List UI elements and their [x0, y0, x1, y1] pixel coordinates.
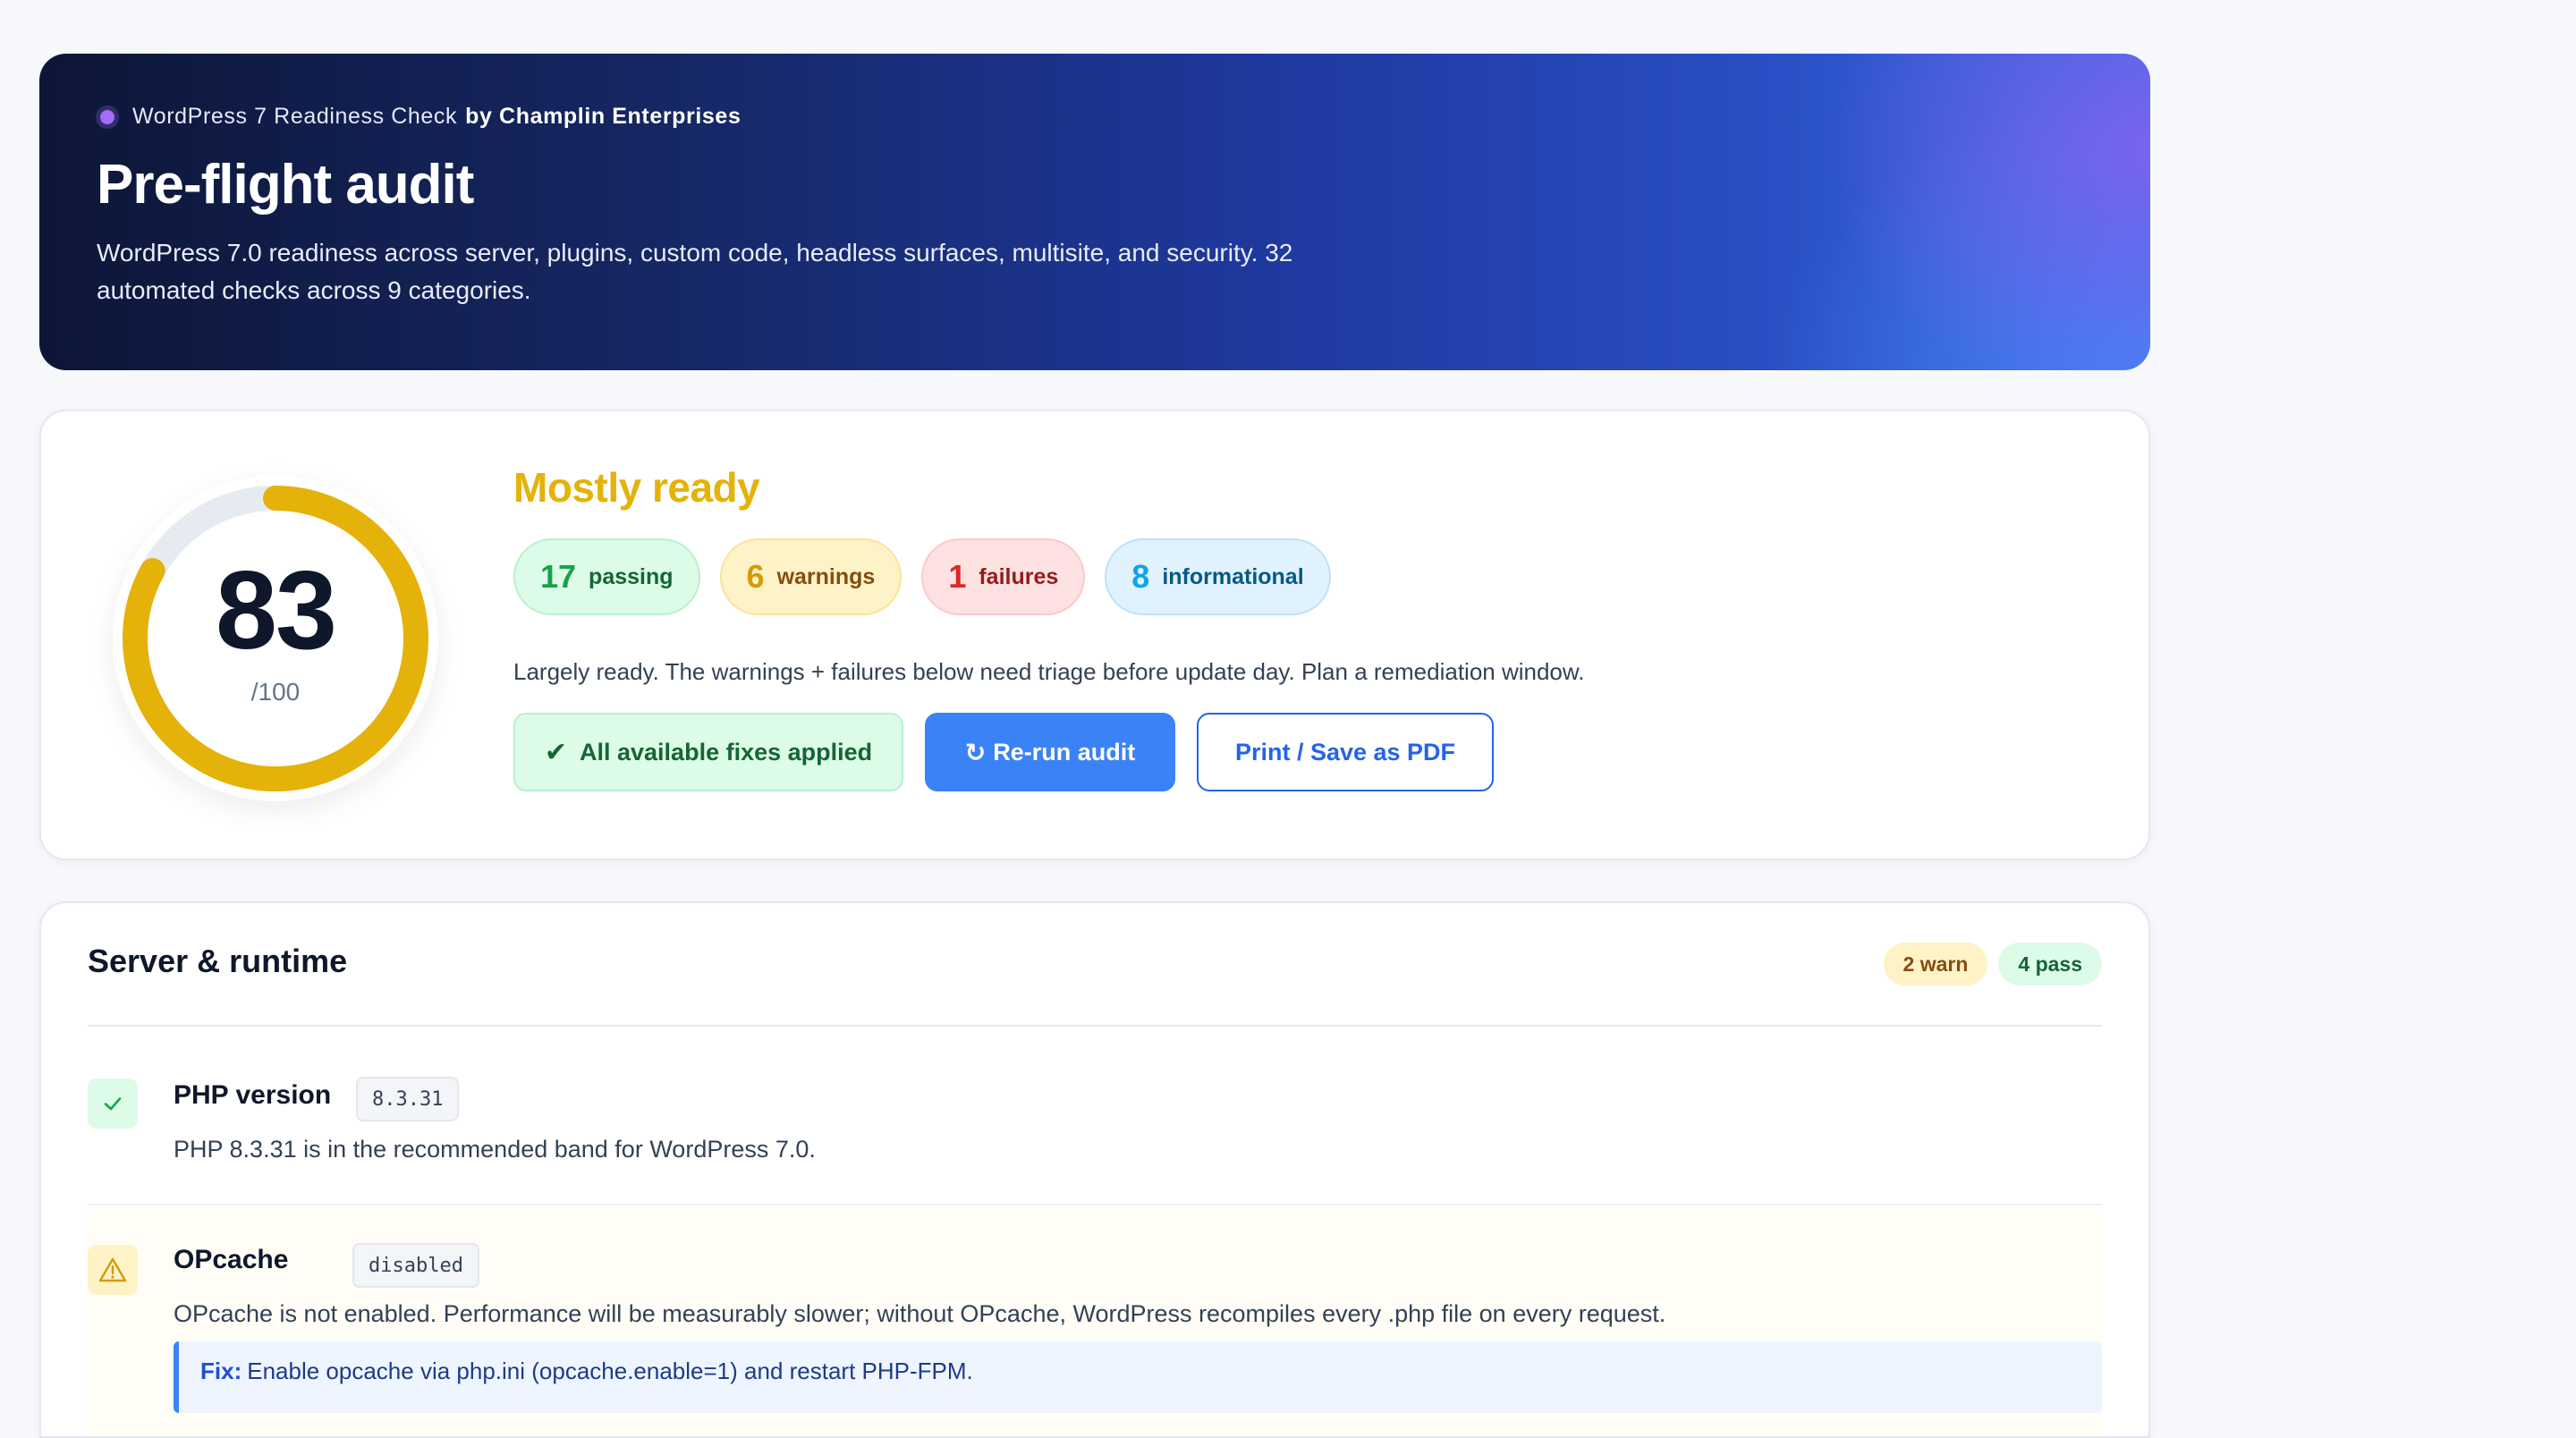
warning-icon	[88, 1245, 138, 1295]
rerun-audit-label: Re-run audit	[993, 738, 1136, 766]
page-content: WordPress 7 Readiness Check by Champlin …	[39, 54, 2150, 1438]
failures-label: failures	[979, 563, 1059, 589]
check-row: PHP version 8.3.31 PHP 8.3.31 is in the …	[88, 1046, 2102, 1205]
check-name: OPcache	[174, 1245, 289, 1274]
hero-banner: WordPress 7 Readiness Check by Champlin …	[39, 54, 2150, 370]
rerun-audit-button[interactable]: ↻ Re-run audit	[925, 713, 1175, 791]
check-icon: ✔	[544, 737, 567, 767]
check-icon-glyph	[104, 1097, 122, 1111]
result-counts: 17 passing 6 warnings 1 failures 8 infor…	[513, 538, 2106, 615]
section-badges: 2 warn 4 pass	[1873, 943, 2102, 985]
hero-eyebrow: WordPress 7 Readiness Check by Champlin …	[97, 104, 2093, 130]
hero-subtitle: WordPress 7.0 readiness across server, p…	[97, 239, 1293, 304]
page-title: Pre-flight audit	[97, 154, 474, 216]
status-dot-icon	[100, 109, 114, 124]
warnings-label: warnings	[776, 563, 876, 589]
warnings-count-pill[interactable]: 6 warnings	[719, 538, 902, 615]
score-max: /100	[250, 678, 301, 706]
warning-icon-glyph	[98, 1257, 127, 1282]
fix-label: Fix:	[200, 1358, 242, 1384]
failures-count: 1	[948, 558, 967, 595]
pass-count-badge: 4 pass	[1998, 943, 2102, 985]
score-ring: 83 /100	[113, 476, 438, 801]
score-card: 83 /100 Mostly ready 17 passing 6 warnin…	[39, 410, 2150, 860]
section-title: Server & runtime	[88, 943, 348, 979]
fixes-applied-label: All available fixes applied	[580, 738, 873, 766]
check-icon	[88, 1078, 138, 1129]
refresh-icon: ↻	[964, 738, 987, 766]
informational-label: informational	[1162, 563, 1304, 589]
hero-eyebrow-text: WordPress 7 Readiness Check	[132, 104, 458, 129]
informational-count-pill[interactable]: 8 informational	[1105, 538, 1331, 615]
passing-label: passing	[589, 563, 674, 589]
fix-callout: Fix: Enable opcache via php.ini (opcache.…	[174, 1341, 2102, 1413]
score-note: Largely ready. The warnings + failures b…	[513, 658, 1585, 685]
passing-count-pill[interactable]: 17 passing	[513, 538, 700, 615]
fix-text: Enable opcache via php.ini (opcache.enab…	[247, 1358, 973, 1384]
warn-count-badge: 2 warn	[1883, 943, 1988, 985]
score-summary: Mostly ready 17 passing 6 warnings 1 fai…	[513, 463, 2106, 791]
action-buttons: ✔ All available fixes applied ↻ Re-run a…	[513, 713, 2106, 791]
check-description: OPcache is not enabled. Performance will…	[174, 1300, 1666, 1327]
check-description: PHP 8.3.31 is in the recommended band fo…	[174, 1136, 816, 1163]
informational-count: 8	[1131, 558, 1150, 595]
check-row: OPcache disabled OPcache is not enabled.…	[88, 1207, 2102, 1436]
check-value: 8.3.31	[356, 1077, 460, 1121]
warnings-count: 6	[746, 558, 765, 595]
print-pdf-button[interactable]: Print / Save as PDF	[1197, 713, 1494, 791]
passing-count: 17	[540, 558, 577, 595]
hero-author: by Champlin Enterprises	[465, 104, 741, 129]
server-runtime-section: Server & runtime 2 warn 4 pass PHP versi…	[39, 901, 2150, 1438]
score-value: 83	[216, 549, 337, 672]
check-name: PHP version	[174, 1080, 332, 1110]
failures-count-pill[interactable]: 1 failures	[921, 538, 1086, 615]
score-verdict: Mostly ready	[513, 464, 760, 511]
section-header: Server & runtime 2 warn 4 pass	[88, 943, 2102, 1027]
fixes-applied-button[interactable]: ✔ All available fixes applied	[513, 713, 903, 791]
print-pdf-label: Print / Save as PDF	[1234, 738, 1456, 766]
check-value: disabled	[352, 1243, 479, 1288]
